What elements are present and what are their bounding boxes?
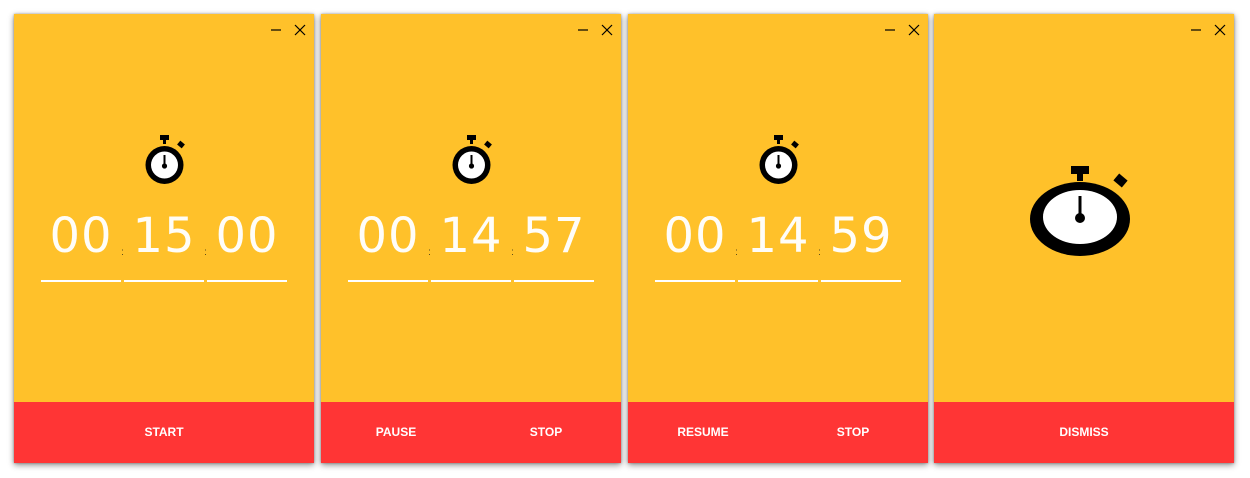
stopwatch-icon bbox=[1029, 164, 1137, 258]
pause-button[interactable]: PAUSE bbox=[321, 402, 471, 463]
button-bar: RESUME STOP bbox=[628, 402, 928, 463]
seconds-value: 59 bbox=[829, 208, 893, 264]
button-bar: DISMISS bbox=[934, 402, 1234, 463]
timer-display: 00 : 15 : 00 bbox=[41, 202, 287, 282]
hours-value: 00 bbox=[356, 208, 420, 264]
minimize-icon[interactable] bbox=[575, 22, 591, 38]
minutes-value: 14 bbox=[439, 208, 503, 264]
button-bar: START bbox=[14, 402, 314, 463]
timer-window-running: 00 : 14 : 57 PAUSE STOP bbox=[321, 14, 621, 463]
hours-value: 00 bbox=[663, 208, 727, 264]
minimize-icon[interactable] bbox=[1188, 22, 1204, 38]
timer-window-idle: 00 : 15 : 00 START bbox=[14, 14, 314, 463]
seconds-field[interactable]: 57 bbox=[514, 202, 594, 282]
hours-field[interactable]: 00 bbox=[41, 202, 121, 282]
minutes-field[interactable]: 15 bbox=[124, 202, 204, 282]
stopwatch-icon bbox=[754, 133, 804, 189]
close-icon[interactable] bbox=[599, 22, 615, 38]
close-icon[interactable] bbox=[906, 22, 922, 38]
minutes-value: 14 bbox=[746, 208, 810, 264]
close-icon[interactable] bbox=[1212, 22, 1228, 38]
timer-display: 00 : 14 : 57 bbox=[348, 202, 594, 282]
minimize-icon[interactable] bbox=[268, 22, 284, 38]
stopwatch-icon bbox=[447, 133, 497, 189]
minutes-field[interactable]: 14 bbox=[431, 202, 511, 282]
seconds-field[interactable]: 00 bbox=[207, 202, 287, 282]
timer-window-finished: DISMISS bbox=[934, 14, 1234, 463]
hours-field[interactable]: 00 bbox=[655, 202, 735, 282]
stop-button[interactable]: STOP bbox=[778, 402, 928, 463]
start-button[interactable]: START bbox=[14, 402, 314, 463]
button-bar: PAUSE STOP bbox=[321, 402, 621, 463]
minutes-value: 15 bbox=[132, 208, 196, 264]
close-icon[interactable] bbox=[292, 22, 308, 38]
hours-value: 00 bbox=[49, 208, 113, 264]
dismiss-button[interactable]: DISMISS bbox=[934, 402, 1234, 463]
minutes-field[interactable]: 14 bbox=[738, 202, 818, 282]
stop-button[interactable]: STOP bbox=[471, 402, 621, 463]
timer-display: 00 : 14 : 59 bbox=[655, 202, 901, 282]
stopwatch-icon bbox=[140, 133, 190, 189]
timer-window-paused: 00 : 14 : 59 RESUME STOP bbox=[628, 14, 928, 463]
hours-field[interactable]: 00 bbox=[348, 202, 428, 282]
minimize-icon[interactable] bbox=[882, 22, 898, 38]
seconds-value: 00 bbox=[215, 208, 279, 264]
resume-button[interactable]: RESUME bbox=[628, 402, 778, 463]
seconds-value: 57 bbox=[522, 208, 586, 264]
seconds-field[interactable]: 59 bbox=[821, 202, 901, 282]
